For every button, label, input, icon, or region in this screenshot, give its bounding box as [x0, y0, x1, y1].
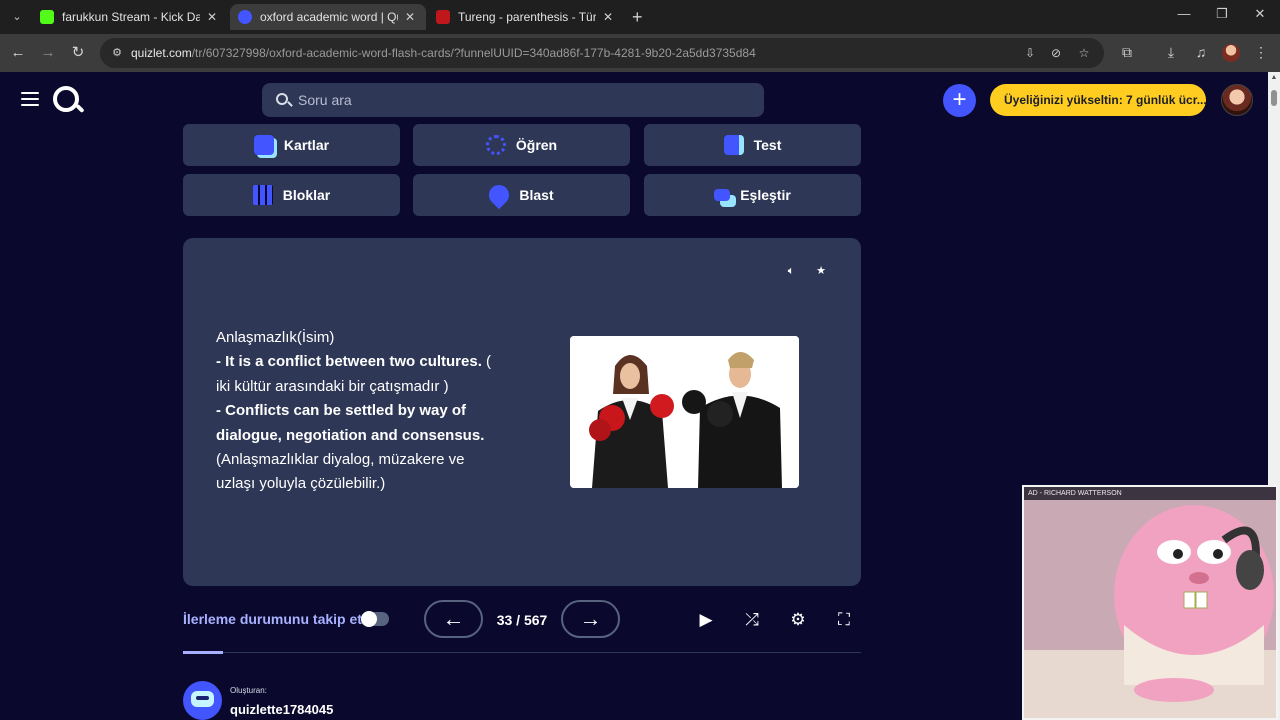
fullscreen-icon[interactable]: ⛶ — [833, 609, 855, 631]
browser-tab-bar: ⌄ farukkun Stream - Kick Dashboard ✕ oxf… — [0, 0, 1280, 34]
tab-search-chevron-icon[interactable]: ⌄ — [8, 8, 26, 26]
mode-label: Kartlar — [283, 137, 330, 153]
section-tab-underline — [183, 651, 861, 654]
browser-tab-quizlet[interactable]: oxford academic word | Quizlet ✕ — [230, 4, 426, 30]
shuffle-icon[interactable]: ⤮ — [741, 609, 763, 631]
mode-learn-button[interactable]: Öğren — [413, 124, 630, 166]
install-app-icon[interactable]: ⇩ — [1022, 46, 1038, 60]
def-line: iki kültür arasındaki bir çatışmadır ) — [216, 377, 449, 395]
def-line: Anlaşmazlık(İsim) — [216, 329, 335, 346]
upgrade-button[interactable]: Üyeliğinizi yükseltin: 7 günlük ücr... — [990, 84, 1206, 116]
quizlet-logo[interactable] — [53, 86, 79, 112]
card-counter: 33 / 567 — [496, 612, 548, 628]
card-definition-text: Anlaşmazlık(İsim) - It is a conflict bet… — [216, 326, 506, 497]
created-by-label: Oluşturan: — [230, 686, 267, 695]
new-tab-button[interactable]: + — [632, 7, 643, 27]
tab-title: farukkun Stream - Kick Dashboard — [62, 10, 200, 24]
creator-avatar[interactable] — [183, 681, 222, 720]
browser-menu-icon[interactable]: ⋮ — [1252, 44, 1270, 61]
address-bar[interactable]: ⚙ quizlet.com/tr/607327998/oxford-academ… — [100, 38, 1104, 68]
learn-icon — [485, 135, 506, 155]
blocks-icon — [252, 185, 273, 205]
bookmark-star-icon[interactable]: ☆ — [1076, 46, 1092, 60]
media-control-icon[interactable]: ♫ — [1192, 44, 1210, 60]
tab-title: Tureng - parenthesis - Türkçe İngilizce — [458, 10, 596, 24]
hamburger-menu-icon[interactable] — [21, 92, 39, 106]
def-line-bold: - Conflicts can be settled by way of dia… — [216, 402, 485, 444]
close-tab-icon[interactable]: ✕ — [204, 10, 220, 24]
mode-match-button[interactable]: Eşleştir — [644, 174, 861, 216]
quizlet-favicon-icon — [238, 10, 252, 24]
test-icon — [723, 135, 744, 155]
back-icon[interactable]: ← — [8, 43, 28, 63]
settings-icon[interactable]: ⚙ — [787, 609, 809, 631]
mode-label: Eşleştir — [740, 187, 791, 203]
tureng-favicon-icon — [436, 10, 450, 24]
mode-label: Bloklar — [282, 187, 331, 203]
previous-card-button[interactable]: ← — [424, 600, 483, 638]
webcam-overlay: AD - RICHARD WATTERSON — [1022, 485, 1278, 720]
blast-icon — [485, 180, 514, 210]
close-tab-icon[interactable]: ✕ — [600, 10, 616, 24]
tab-title: oxford academic word | Quizlet — [260, 10, 398, 24]
site-info-icon[interactable]: ⚙ — [110, 46, 124, 60]
audio-speaker-icon[interactable]: 🔈︎ — [784, 264, 798, 278]
kick-favicon-icon — [40, 10, 54, 24]
def-line: ( — [481, 353, 492, 371]
search-input[interactable] — [298, 83, 748, 117]
def-line: (Anlaşmazlıklar diyalog, müzakere ve uzl… — [216, 451, 465, 493]
mode-cards-button[interactable]: Kartlar — [183, 124, 400, 166]
forward-icon[interactable]: → — [38, 43, 58, 63]
favorite-star-icon[interactable]: ★ — [814, 264, 828, 278]
restore-icon[interactable]: ❐ — [1212, 6, 1232, 22]
play-icon[interactable]: ▶ — [695, 609, 717, 631]
def-line-bold: - It is a conflict between two cultures. — [216, 353, 482, 371]
scrollbar-thumb[interactable] — [1271, 90, 1277, 106]
browser-tab-kick[interactable]: farukkun Stream - Kick Dashboard ✕ — [32, 4, 228, 30]
webcam-title: AD - RICHARD WATTERSON — [1024, 487, 1276, 500]
mode-blocks-button[interactable]: Bloklar — [183, 174, 400, 216]
search-bar[interactable] — [262, 83, 764, 117]
mode-label: Test — [753, 137, 782, 153]
scroll-up-icon[interactable]: ▲ — [1270, 74, 1278, 81]
url-text: quizlet.com/tr/607327998/oxford-academic… — [131, 46, 756, 60]
browser-tab-tureng[interactable]: Tureng - parenthesis - Türkçe İngilizce … — [428, 4, 624, 30]
cards-icon — [253, 135, 274, 155]
track-progress-toggle[interactable] — [361, 611, 389, 627]
create-button[interactable]: + — [943, 84, 976, 117]
browser-profile-avatar[interactable] — [1222, 44, 1240, 62]
downloads-icon[interactable]: ⤓ — [1162, 44, 1180, 61]
track-progress-label: İlerleme durumunu takip et — [183, 611, 362, 627]
mode-label: Blast — [519, 187, 554, 203]
close-tab-icon[interactable]: ✕ — [402, 10, 418, 24]
mode-test-button[interactable]: Test — [644, 124, 861, 166]
mode-blast-button[interactable]: Blast — [413, 174, 630, 216]
match-icon — [714, 189, 731, 201]
browser-toolbar: ← → ↻ ⚙ quizlet.com/tr/607327998/oxford-… — [0, 34, 1280, 72]
user-avatar[interactable] — [1221, 84, 1253, 116]
close-window-icon[interactable]: ✕ — [1250, 6, 1270, 22]
reload-icon[interactable]: ↻ — [68, 43, 88, 63]
mode-label: Öğren — [515, 137, 558, 153]
extensions-icon[interactable]: ⧉ — [1118, 44, 1136, 61]
creator-name[interactable]: quizlette1784045 — [230, 702, 333, 717]
next-card-button[interactable]: → — [561, 600, 620, 638]
card-image-boxing-businesspeople — [570, 336, 799, 488]
tracking-protection-icon[interactable]: ⊘ — [1048, 46, 1064, 60]
search-icon — [276, 93, 288, 105]
minimize-icon[interactable]: — — [1174, 6, 1194, 21]
